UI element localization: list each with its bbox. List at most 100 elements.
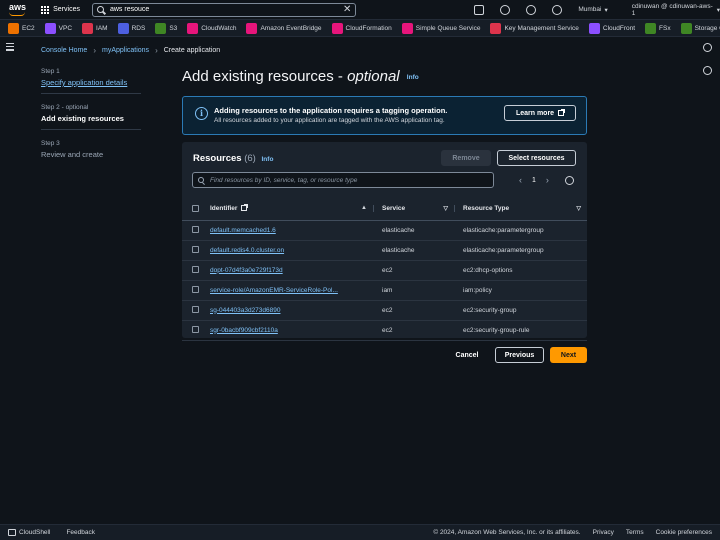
row-checkbox[interactable] — [192, 226, 199, 234]
table-row[interactable]: default.redis4.0.cluster.on elasticache el… — [182, 240, 587, 261]
row-checkbox[interactable] — [192, 286, 199, 294]
favorite-item[interactable]: VPC — [44, 22, 73, 34]
favorite-item[interactable]: Amazon EventBridge — [246, 22, 322, 34]
cancel-button[interactable]: Cancel — [449, 347, 485, 363]
favorite-label: IAM — [96, 24, 108, 32]
sort-icon[interactable]: ▽ — [443, 205, 448, 212]
gear-icon[interactable] — [565, 176, 574, 185]
table-row[interactable]: sgr-0bacbf909cbf2110a ec2 ec2:security-gro… — [182, 320, 587, 341]
favorite-item[interactable]: CloudFront — [588, 22, 635, 34]
services-menu[interactable]: Services — [41, 5, 80, 14]
breadcrumb-myapplications[interactable]: myApplications — [102, 47, 149, 54]
settings-icon[interactable] — [552, 4, 563, 15]
sort-icon[interactable]: ▽ — [576, 205, 581, 212]
resource-identifier-link[interactable]: default.redis4.0.cluster.on — [210, 247, 284, 254]
favorite-item[interactable]: EC2 — [8, 22, 35, 34]
row-checkbox[interactable] — [192, 326, 199, 334]
service-icon — [117, 22, 129, 34]
console-footer: CloudShell Feedback © 2024, Amazon Web S… — [0, 524, 720, 540]
search-icon — [96, 6, 104, 13]
select-resources-button[interactable]: Select resources — [497, 150, 576, 166]
terms-link[interactable]: Terms — [626, 529, 644, 536]
row-checkbox[interactable] — [192, 266, 199, 274]
help-icon[interactable] — [526, 4, 537, 15]
info-panel-icon[interactable] — [703, 43, 712, 52]
chevron-right-icon: › — [155, 46, 158, 55]
resource-service: elasticache — [373, 220, 454, 241]
resource-identifier-link[interactable]: sgr-0bacbf909cbf2110a — [210, 327, 278, 334]
search-input[interactable]: aws resouce ✕ — [91, 2, 357, 17]
favorite-item[interactable]: S3 — [155, 22, 177, 34]
favorite-item[interactable]: IAM — [82, 22, 108, 34]
resource-type: ec2:security-group — [454, 300, 587, 321]
region-selector[interactable]: Mumbai ▾ — [578, 6, 607, 14]
cookie-preferences-link[interactable]: Cookie preferences — [656, 529, 712, 536]
cloudshell-link[interactable]: CloudShell — [8, 529, 50, 536]
service-icon — [44, 22, 56, 34]
cloudshell-label: CloudShell — [19, 529, 51, 536]
breadcrumb-console-home[interactable]: Console Home — [41, 47, 87, 54]
favorite-label: EC2 — [22, 24, 35, 32]
favorites-bar: EC2 VPC IAM RDS S3 CloudWatch Amazon EventBrid… — [0, 20, 720, 37]
tutorial-icon[interactable] — [703, 66, 712, 75]
select-all-checkbox[interactable] — [192, 204, 199, 212]
bell-icon[interactable] — [500, 4, 511, 15]
service-icon — [490, 22, 502, 34]
page-title-main: Add existing resources - — [182, 68, 348, 85]
privacy-link[interactable]: Privacy — [593, 529, 614, 536]
step-3-label: Step 3 — [41, 140, 60, 147]
table-row[interactable]: sg-044403a3d273d6890 ec2 ec2:security-grou… — [182, 300, 587, 321]
info-alert: i Adding resources to the application re… — [182, 96, 587, 135]
resource-identifier-link[interactable]: dopt-07d4f3a0e729f173d — [210, 267, 283, 274]
breadcrumb: Console Home › myApplications › Create a… — [41, 46, 220, 55]
favorite-item[interactable]: FSx — [645, 22, 671, 34]
step-1-link[interactable]: Specify application details — [41, 78, 141, 94]
clear-icon[interactable]: ✕ — [343, 4, 351, 15]
account-label: cdinuwan @ cdinuwan-aws-1 — [631, 2, 713, 17]
aws-logo[interactable]: aws — [6, 0, 35, 20]
favorite-item[interactable]: Key Management Service — [490, 22, 579, 34]
external-link-icon — [241, 204, 249, 212]
table-row[interactable]: default.memcached1.6 elasticache elasticac… — [182, 220, 587, 241]
services-label: Services — [53, 6, 80, 13]
find-resources-field[interactable] — [192, 172, 494, 188]
chevron-right-icon[interactable]: › — [546, 175, 549, 185]
menu-icon[interactable] — [6, 43, 14, 53]
info-link[interactable]: Info — [407, 74, 419, 81]
favorite-label: Key Management Service — [504, 24, 579, 32]
learn-more-button[interactable]: Learn more — [504, 105, 576, 121]
chevron-left-icon[interactable]: ‹ — [519, 175, 522, 185]
favorite-label: RDS — [131, 24, 146, 32]
column-identifier[interactable]: Identifier — [210, 205, 237, 212]
resource-type: ec2:dhcp-options — [454, 260, 587, 281]
favorite-label: Simple Queue Service — [415, 24, 481, 32]
page-title-optional: optional — [347, 68, 400, 85]
favorite-item[interactable]: Simple Queue Service — [401, 22, 481, 34]
resources-table: Identifier ▲ Service ▽ Resource Type ▽ defa… — [182, 197, 587, 341]
favorite-label: VPC — [58, 24, 73, 32]
resource-identifier-link[interactable]: default.memcached1.6 — [210, 227, 276, 234]
resources-panel: Resources (6) Info Remove Select resourc… — [182, 142, 587, 341]
previous-button[interactable]: Previous — [495, 347, 544, 363]
favorite-item[interactable]: Storage Gateway — [680, 22, 720, 34]
column-resource-type[interactable]: Resource Type — [463, 205, 509, 212]
favorite-item[interactable]: RDS — [117, 22, 146, 34]
find-resources-input[interactable] — [210, 176, 480, 184]
resources-info-link[interactable]: Info — [262, 156, 274, 163]
table-row[interactable]: dopt-07d4f3a0e729f173d ec2 ec2:dhcp-option… — [182, 260, 587, 281]
next-button[interactable]: Next — [550, 347, 587, 363]
favorite-item[interactable]: CloudWatch — [187, 22, 236, 34]
page-number[interactable]: 1 — [532, 177, 536, 184]
sort-ascending-icon[interactable]: ▲ — [361, 205, 367, 211]
resource-identifier-link[interactable]: sg-044403a3d273d6890 — [210, 307, 280, 314]
remove-button[interactable]: Remove — [441, 150, 491, 166]
resource-identifier-link[interactable]: service-role/AmazonEMR-ServiceRole-Pol..… — [210, 287, 338, 294]
feedback-link[interactable]: Feedback — [66, 529, 95, 536]
row-checkbox[interactable] — [192, 246, 199, 254]
favorite-item[interactable]: CloudFormation — [331, 22, 392, 34]
terminal-icon[interactable] — [474, 4, 485, 15]
table-row[interactable]: service-role/AmazonEMR-ServiceRole-Pol..… — [182, 280, 587, 301]
row-checkbox[interactable] — [192, 306, 199, 314]
account-menu[interactable]: cdinuwan @ cdinuwan-aws-1 ▾ — [632, 3, 720, 17]
column-service[interactable]: Service — [382, 205, 405, 212]
